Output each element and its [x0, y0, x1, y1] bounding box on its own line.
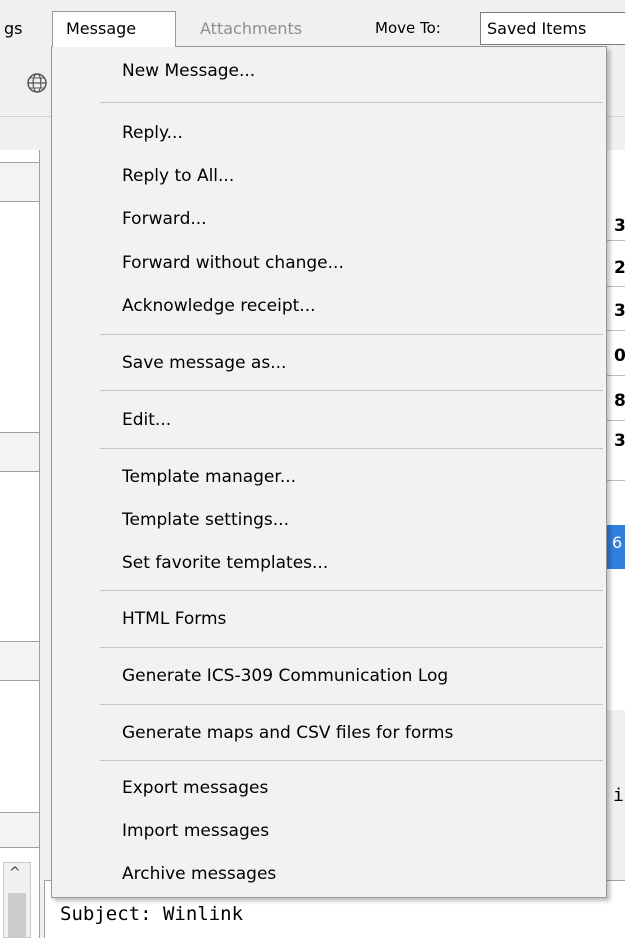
list-row-divider: [606, 375, 625, 376]
menu-item-reply-to-all[interactable]: Reply to All...: [122, 165, 234, 187]
menu-item-acknowledge-receipt[interactable]: Acknowledge receipt...: [122, 295, 316, 317]
menu-separator: [100, 102, 603, 103]
list-row-divider: [606, 330, 625, 331]
menu-item-template-settings[interactable]: Template settings...: [122, 509, 289, 531]
menu-settings-partial[interactable]: gs: [4, 19, 23, 38]
list-row-divider: [606, 286, 625, 287]
scrollbar-thumb[interactable]: [8, 893, 26, 937]
list-row-divider: [606, 240, 625, 241]
menu-separator: [100, 760, 603, 761]
preview-text-partial: i: [613, 785, 624, 806]
folder-pane-section: [0, 641, 40, 681]
menu-separator: [100, 590, 603, 591]
list-row-divider: [606, 480, 625, 481]
menu-item-forward-without-change[interactable]: Forward without change...: [122, 252, 344, 274]
menu-item-set-favorite-templates[interactable]: Set favorite templates...: [122, 552, 328, 574]
menu-item-reply[interactable]: Reply...: [122, 122, 183, 144]
menu-separator: [100, 448, 603, 449]
menu-item-import-messages[interactable]: Import messages: [122, 820, 269, 842]
menu-separator: [100, 334, 603, 335]
menu-separator: [100, 704, 603, 705]
menu-separator: [100, 390, 603, 391]
menu-bar: gs Message Attachments Move To: Saved It…: [0, 0, 625, 47]
menu-icon-gutter: [52, 47, 100, 897]
list-row-partial[interactable]: 3: [614, 431, 625, 451]
menu-item-edit[interactable]: Edit...: [122, 409, 171, 431]
menu-separator: [100, 647, 603, 648]
list-row-selected-partial: 6: [612, 533, 623, 552]
menu-item-new-message[interactable]: New Message...: [122, 60, 255, 82]
globe-icon[interactable]: [26, 72, 48, 94]
folder-pane-section: [0, 812, 40, 848]
menu-item-archive-messages[interactable]: Archive messages: [122, 863, 276, 885]
app-window: gs Message Attachments Move To: Saved It…: [0, 0, 625, 938]
menu-attachments[interactable]: Attachments: [200, 19, 302, 38]
list-row-partial[interactable]: 2: [614, 258, 625, 278]
menu-item-export-messages[interactable]: Export messages: [122, 777, 268, 799]
menu-item-generate-maps-csv[interactable]: Generate maps and CSV files for forms: [122, 722, 453, 744]
menu-item-html-forms[interactable]: HTML Forms: [122, 608, 226, 630]
chevron-up-icon[interactable]: ^: [9, 865, 21, 881]
folder-pane-section: [0, 432, 40, 472]
list-row-partial[interactable]: 3: [614, 301, 625, 321]
menu-item-template-manager[interactable]: Template manager...: [122, 466, 296, 488]
preview-subject: Subject: Winlink: [60, 903, 244, 925]
folder-pane-header: [0, 162, 40, 202]
vertical-scrollbar[interactable]: ^: [3, 862, 31, 938]
message-menu: New Message... Reply... Reply to All... …: [51, 46, 607, 898]
move-to-folder-select[interactable]: Saved Items: [480, 12, 625, 45]
list-row-partial[interactable]: 8: [614, 391, 625, 411]
menu-item-save-message-as[interactable]: Save message as...: [122, 352, 286, 374]
list-row-partial[interactable]: 0: [614, 346, 625, 366]
menu-item-forward[interactable]: Forward...: [122, 208, 207, 230]
move-to-label: Move To:: [375, 19, 441, 37]
list-row-divider: [606, 420, 625, 421]
menu-item-generate-ics-309[interactable]: Generate ICS-309 Communication Log: [122, 665, 448, 687]
menu-message[interactable]: Message: [66, 19, 136, 38]
list-row-partial[interactable]: 3: [614, 216, 625, 236]
